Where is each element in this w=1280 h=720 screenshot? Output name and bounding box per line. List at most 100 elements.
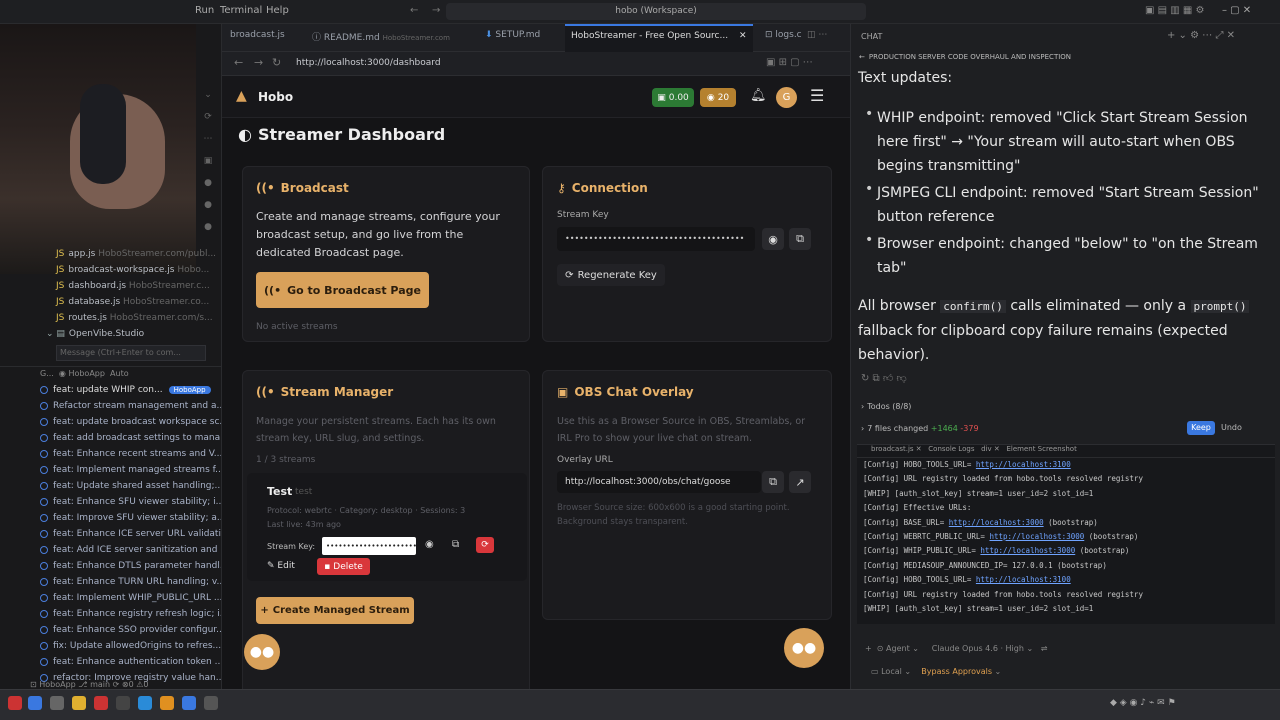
copy-key-icon[interactable]: ⧉: [789, 228, 811, 250]
copy-overlay-url-icon[interactable]: ⧉: [762, 471, 784, 493]
file-item[interactable]: JS app.js HoboStreamer.com/publ...: [56, 246, 216, 262]
vscode-icon[interactable]: [138, 696, 152, 710]
model-selector[interactable]: Claude Opus 4.6 · High: [932, 644, 1024, 653]
left-sidebar: ⌄ ⟳ ⋯ ▣ ● ● ● JS app.js HoboStreamer.com/publ..…: [0, 24, 222, 689]
todos-chevron-icon: ›: [861, 402, 865, 411]
show-stream-key-eye-icon[interactable]: ◉: [425, 539, 434, 550]
tab-setup[interactable]: ⬇ SETUP.md: [485, 30, 540, 40]
chat-actions-icons[interactable]: + ⌄ ⚙ ⋯ ⤢ ✕: [1167, 30, 1235, 41]
start-icon[interactable]: [8, 696, 22, 710]
chrome-icon[interactable]: [72, 696, 86, 710]
repo-item[interactable]: ⌄ ▤ OpenVibe.Studio: [46, 326, 144, 342]
commit-item[interactable]: feat: Enhance DTLS parameter handl...: [40, 558, 221, 574]
forward-arrow-icon[interactable]: →: [432, 5, 440, 16]
copy-stream-key-icon[interactable]: ⧉: [452, 539, 459, 550]
tab-hobostreamer-active[interactable]: HoboStreamer - Free Open Sourc... ✕: [565, 24, 753, 52]
settings-icon[interactable]: [50, 696, 64, 710]
coins-badge[interactable]: ◉ 20: [700, 88, 736, 107]
commit-message-input[interactable]: Message (Ctrl+Enter to com...: [56, 345, 206, 361]
commit-item[interactable]: feat: add broadcast settings to mana...: [40, 430, 221, 446]
chat-bubble-right-icon[interactable]: ●●: [784, 628, 824, 668]
chat-footer[interactable]: ▭ Local ⌄ Bypass Approvals ⌄: [871, 667, 1001, 676]
app3-icon[interactable]: [182, 696, 196, 710]
commit-item[interactable]: feat: Implement managed streams f...: [40, 462, 221, 478]
open-overlay-external-icon[interactable]: ↗: [789, 471, 811, 493]
browser-tools-icons[interactable]: ▣ ⊞ ▢ ⋯: [766, 57, 813, 68]
brand-name[interactable]: Hobo: [258, 90, 293, 104]
file-item[interactable]: JS routes.js HoboStreamer.com/s...: [56, 310, 216, 326]
menu-run[interactable]: Run: [195, 5, 214, 16]
back-icon[interactable]: ←: [234, 56, 243, 69]
todos-row[interactable]: › Todos (8/8): [861, 402, 911, 411]
go-to-broadcast-button[interactable]: ((• Go to Broadcast Page: [256, 272, 429, 308]
gauge-icon: ◐: [238, 125, 252, 144]
edit-stream-button[interactable]: ✎ Edit: [267, 561, 295, 571]
log-tab-div[interactable]: div: [981, 445, 992, 453]
regenerate-key-button[interactable]: ⟳ Regenerate Key: [557, 264, 665, 286]
delete-stream-button[interactable]: ▪ Delete: [317, 558, 370, 575]
tab-logs[interactable]: ⊡ logs.c: [765, 30, 802, 40]
file-item[interactable]: JS database.js HoboStreamer.co...: [56, 294, 216, 310]
commit-item[interactable]: feat: Update shared asset handling;...: [40, 478, 221, 494]
commit-item[interactable]: feat: update broadcast workspace sc...: [40, 414, 221, 430]
commit-item[interactable]: feat: update WHIP con... HoboApp: [40, 382, 220, 398]
commit-item[interactable]: feat: Enhance authentication token ...: [40, 654, 221, 670]
commit-item[interactable]: feat: Add ICE server sanitization and ..…: [40, 542, 221, 558]
file-item[interactable]: JS dashboard.js HoboStreamer.c...: [56, 278, 216, 294]
menu-help[interactable]: Help: [266, 5, 289, 16]
files-changed-row[interactable]: › 7 files changed +1464 -379: [861, 424, 979, 433]
layout-icons[interactable]: ▣ ▤ ▥ ▦ ⚙: [1145, 5, 1204, 16]
command-center[interactable]: hobo (Workspace): [446, 3, 866, 20]
reset-key-icon[interactable]: ⟳: [476, 537, 494, 553]
back-arrow-icon[interactable]: ←: [410, 5, 418, 16]
close-tab-icon[interactable]: ✕: [739, 31, 747, 41]
commit-item[interactable]: feat: Improve SFU viewer stability; a...: [40, 510, 221, 526]
session-title[interactable]: ← PRODUCTION SERVER CODE OVERHAUL AND INS…: [859, 53, 1071, 61]
avatar[interactable]: G: [776, 87, 797, 108]
app2-icon[interactable]: [160, 696, 174, 710]
feedback-icons[interactable]: ↻ ⧉ 👍︎ 👎︎: [861, 372, 907, 384]
tab-broadcast-js[interactable]: broadcast.js: [230, 30, 285, 40]
chat-bubble-left-icon[interactable]: ●●: [244, 634, 280, 670]
url-input[interactable]: http://localhost:3000/dashboard: [296, 58, 441, 68]
files-icon[interactable]: [28, 696, 42, 710]
overlay-url-field[interactable]: http://localhost:3000/obs/chat/goose: [557, 471, 761, 493]
system-tray-icons[interactable]: ◆ ◈ ◉ ♪ ⌁ ✉ ⚑: [1110, 698, 1176, 708]
log-tab-screenshot[interactable]: Element Screenshot: [1006, 445, 1076, 453]
commit-item[interactable]: feat: Implement WHIP_PUBLIC_URL ...: [40, 590, 221, 606]
undo-button[interactable]: Undo: [1221, 421, 1242, 435]
commit-item[interactable]: Refactor stream management and a...: [40, 398, 221, 414]
commit-item[interactable]: feat: Enhance SFU viewer stability; i...: [40, 494, 221, 510]
hamburger-menu-icon[interactable]: ☰: [810, 86, 824, 105]
commit-item[interactable]: feat: Enhance TURN URL handling; v...: [40, 574, 221, 590]
commit-item[interactable]: feat: Enhance recent streams and V...: [40, 446, 221, 462]
bell-icon[interactable]: 🔔︎: [750, 88, 767, 103]
commit-item[interactable]: feat: Enhance SSO provider configur...: [40, 622, 221, 638]
commit-item[interactable]: fix: Update allowedOrigins to refres...: [40, 638, 221, 654]
log-tab-broadcast[interactable]: broadcast.js: [871, 445, 914, 453]
split-editor-icon[interactable]: ◫ ⋯: [807, 30, 827, 40]
chat-input-toolbar[interactable]: + ⊙ Agent ⌄ Claude Opus 4.6 · High ⌄ ⇌: [865, 644, 1048, 653]
forward-icon[interactable]: →: [254, 56, 263, 69]
create-managed-stream-button[interactable]: + Create Managed Stream: [256, 597, 414, 624]
app-icon[interactable]: [94, 696, 108, 710]
stream-key-field[interactable]: ••••••••••••••••••••••••••••••••••••••: [557, 227, 755, 251]
terminal-icon[interactable]: [116, 696, 130, 710]
menu-terminal[interactable]: Terminal: [220, 5, 262, 16]
commit-item[interactable]: feat: Enhance ICE server URL validati...: [40, 526, 221, 542]
balance-badge[interactable]: ▣ 0.00: [652, 88, 694, 107]
keep-button[interactable]: Keep: [1187, 421, 1215, 435]
local-mode[interactable]: Local: [881, 667, 902, 676]
reload-icon[interactable]: ↻: [272, 56, 281, 69]
show-key-eye-icon[interactable]: ◉: [762, 228, 784, 250]
scm-icons[interactable]: ⌄ ⟳ ⋯ ▣ ● ● ●: [198, 84, 218, 238]
agent-selector[interactable]: Agent: [886, 644, 910, 653]
bypass-approvals[interactable]: Bypass Approvals: [921, 667, 992, 676]
window-controls[interactable]: – ▢ ✕: [1222, 5, 1251, 16]
app4-icon[interactable]: [204, 696, 218, 710]
file-item[interactable]: JS broadcast-workspace.js Hobo...: [56, 262, 216, 278]
stream-key-input[interactable]: ••••••••••••••••••••••••••: [322, 537, 416, 555]
tab-readme[interactable]: ⓘ README.md HoboStreamer.com: [312, 30, 450, 43]
log-tab-console[interactable]: Console Logs: [928, 445, 974, 453]
commit-item[interactable]: feat: Enhance registry refresh logic; i.…: [40, 606, 221, 622]
